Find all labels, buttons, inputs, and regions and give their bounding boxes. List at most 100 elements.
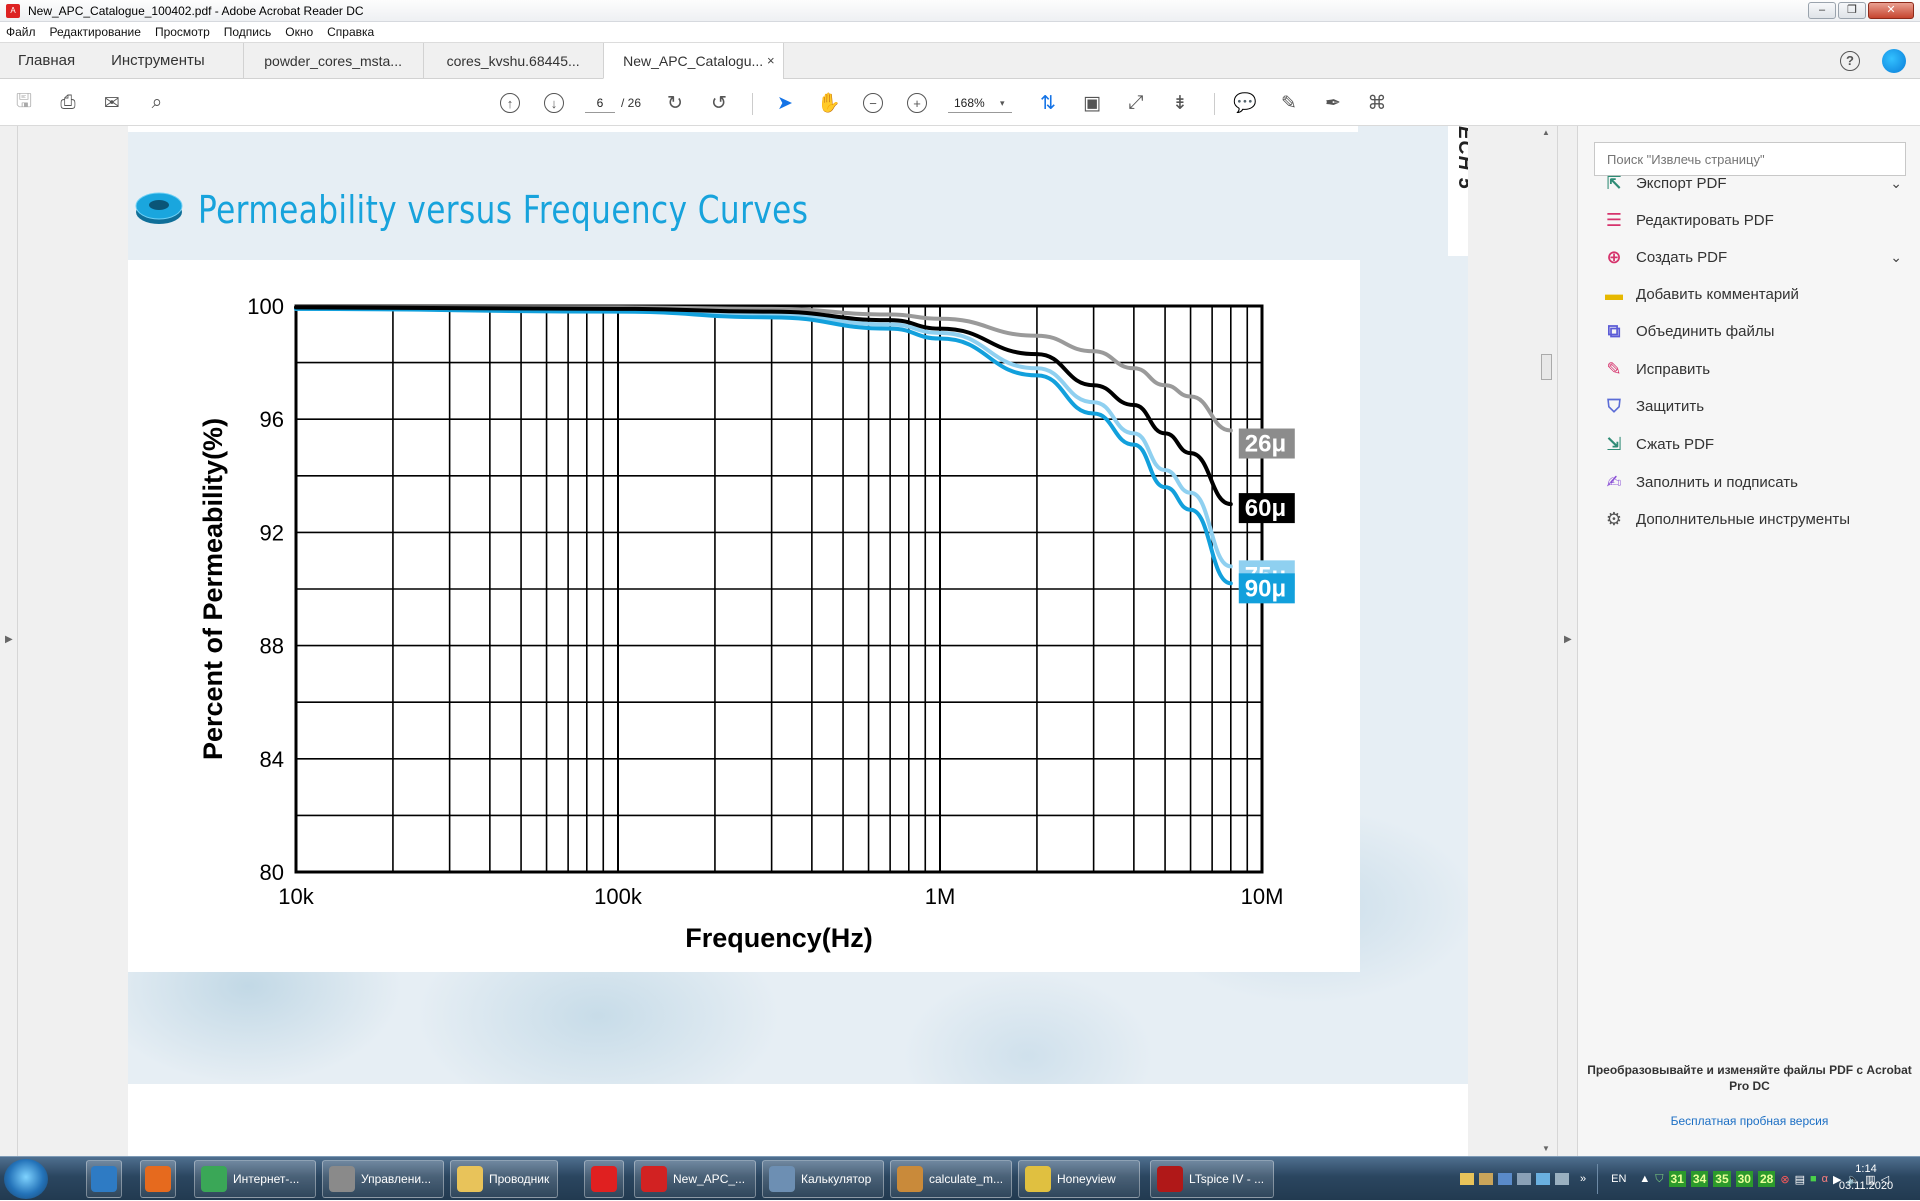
menu-view[interactable]: Просмотр	[155, 25, 210, 39]
tool-fill-sign[interactable]: ✍ Заполнить и подписать	[1602, 469, 1902, 495]
zoom-in-icon[interactable]: +	[905, 91, 929, 115]
window-controls: – ❐ ✕	[1808, 2, 1914, 19]
tab-document-powder-cores[interactable]: powder_cores_msta...	[242, 43, 423, 78]
tool-label: Объединить файлы	[1636, 322, 1775, 340]
page-number-input[interactable]: 6	[585, 93, 615, 113]
taskbar-chrome[interactable]: Интернет-...	[194, 1160, 316, 1198]
page-thumbnail-icon[interactable]: ▣	[1080, 91, 1104, 115]
tray-alpha-icon[interactable]: α	[1822, 1173, 1828, 1185]
taskbar-honeyview[interactable]: Honeyview	[1018, 1160, 1140, 1198]
x-tick-label: 10M	[1241, 884, 1284, 909]
tab-close-icon[interactable]: ×	[767, 53, 775, 68]
chevron-down-icon[interactable]: ⌄	[1890, 249, 1902, 266]
tray-app-icon[interactable]	[1517, 1173, 1531, 1185]
comment-icon: ▬	[1605, 283, 1623, 304]
acrobat-app-icon: A	[6, 3, 20, 18]
tray-temperature: 34	[1690, 1171, 1709, 1187]
tray-folder-icon[interactable]	[1460, 1173, 1474, 1185]
scrollbar-thumb[interactable]	[1541, 354, 1552, 380]
series-label: 90μ	[1245, 575, 1286, 602]
tool-export-pdf[interactable]: ⇱ Экспорт PDF ⌄	[1602, 170, 1902, 196]
rotate-ccw-icon[interactable]: ↺	[707, 91, 731, 115]
tray-error-icon[interactable]: ⊗	[1780, 1173, 1789, 1186]
tray-overflow-icon[interactable]: »	[1580, 1173, 1586, 1185]
hand-icon[interactable]: ✋	[817, 91, 841, 115]
menu-file[interactable]: Файл	[6, 25, 36, 39]
tray-monitor-icon[interactable]: ▤	[1795, 1173, 1805, 1186]
taskbar-calculator[interactable]: Калькулятор	[762, 1160, 884, 1198]
tray-shield-icon[interactable]: ⛉	[1655, 1173, 1663, 1186]
start-button[interactable]	[4, 1159, 48, 1199]
rotate-cw-icon[interactable]: ↻	[663, 91, 687, 115]
tab-tools[interactable]: Инструменты	[93, 43, 223, 78]
tool-shield[interactable]: ⛉ Защитить	[1602, 393, 1902, 419]
zoom-out-icon[interactable]: −	[861, 91, 885, 115]
close-window-button[interactable]: ✕	[1868, 2, 1914, 19]
tray-green-icon[interactable]: ■	[1810, 1173, 1817, 1185]
prev-page-icon[interactable]: ↑	[498, 91, 522, 115]
help-icon[interactable]: ?	[1840, 50, 1860, 71]
tab-divider	[782, 43, 784, 78]
taskbar-media-player[interactable]	[86, 1160, 122, 1198]
menu-window[interactable]: Окно	[285, 25, 313, 39]
tool-create-pdf[interactable]: ⊕ Создать PDF ⌄	[1602, 244, 1902, 270]
minimize-button[interactable]: –	[1808, 2, 1836, 19]
comment-icon[interactable]: 💬	[1233, 91, 1257, 115]
y-axis-label: Percent of Permeability(%)	[198, 418, 228, 760]
taskbar-yandex[interactable]	[584, 1160, 624, 1198]
tool-more-tools[interactable]: ⚙ Дополнительные инструменты	[1602, 506, 1902, 532]
print-icon[interactable]: ⎙	[56, 91, 80, 115]
chevron-down-icon[interactable]: ⌄	[1890, 175, 1902, 192]
x-tick-label: 1M	[925, 884, 956, 909]
next-page-icon[interactable]: ↓	[542, 91, 566, 115]
language-indicator[interactable]: EN	[1611, 1173, 1626, 1185]
tab-home[interactable]: Главная	[0, 43, 93, 78]
right-panel-toggle[interactable]: ▶	[1557, 126, 1577, 1156]
tool-label: Защитить	[1636, 397, 1705, 415]
fullscreen-icon[interactable]: ⤢	[1124, 91, 1148, 115]
tool-compress-pdf[interactable]: ⇲ Сжать PDF	[1602, 431, 1902, 457]
tab-document-apc-catalogue[interactable]: New_APC_Catalogu... ×	[602, 43, 783, 79]
tray-app-icon[interactable]	[1498, 1173, 1512, 1185]
y-tick-label: 100	[247, 294, 284, 319]
highlight-icon[interactable]: ✎	[1277, 91, 1301, 115]
document-scrollbar[interactable]: ▲ ▼	[1538, 126, 1555, 1156]
show-hidden-icons-icon[interactable]: ▲	[1639, 1173, 1650, 1185]
taskbar-ltspice[interactable]: LTspice IV - ...	[1150, 1160, 1274, 1198]
taskbar-firefox[interactable]	[140, 1160, 176, 1198]
maximize-button[interactable]: ❐	[1838, 2, 1866, 19]
taskbar-acrobat[interactable]: New_APC_...	[634, 1160, 756, 1198]
free-trial-link[interactable]: Бесплатная пробная версия	[1578, 1114, 1920, 1128]
menu-help[interactable]: Справка	[327, 25, 374, 39]
taskbar-paint[interactable]: calculate_m...	[890, 1160, 1012, 1198]
menu-edit[interactable]: Редактирование	[50, 25, 141, 39]
select-cursor-icon[interactable]: ➤	[773, 91, 797, 115]
menu-sign[interactable]: Подпись	[224, 25, 272, 39]
tray-app-icon[interactable]	[1536, 1173, 1550, 1185]
series-line-2	[294, 306, 1233, 569]
chart-panel: 100 96 92 88 84 80 10k 100k 1M 10M Frequency(Hz) Pe…	[128, 260, 1360, 972]
save-icon[interactable]: 🖫	[12, 91, 36, 115]
tray-app-icon[interactable]	[1555, 1173, 1569, 1185]
taskbar-explorer[interactable]: Проводник	[450, 1160, 558, 1198]
left-panel-toggle[interactable]: ▶	[0, 126, 18, 1156]
taskbar-device-manager[interactable]: Управлени...	[322, 1160, 444, 1198]
paint-icon	[897, 1166, 923, 1192]
tool-edit-pdf[interactable]: ☰ Редактировать PDF	[1602, 207, 1902, 233]
tool-combine-files[interactable]: ⧉ Объединить файлы	[1602, 318, 1902, 344]
account-icon[interactable]	[1882, 48, 1906, 73]
zoom-dropdown-icon[interactable]: ▾	[1000, 93, 1005, 113]
tool-comment[interactable]: ▬ Добавить комментарий	[1602, 281, 1902, 307]
clock[interactable]: 1:14 03.11.2020	[1830, 1161, 1902, 1195]
redact-icon: ✎	[1606, 358, 1622, 379]
search-icon[interactable]: ⌕	[145, 91, 169, 115]
mail-icon[interactable]: ✉	[100, 91, 124, 115]
stamp-icon[interactable]: ⌘	[1365, 91, 1389, 115]
tool-redact[interactable]: ✎ Исправить	[1602, 356, 1902, 382]
tool-label: Создать PDF	[1636, 248, 1728, 266]
tab-document-cores-kvshu[interactable]: cores_kvshu.68445...	[422, 43, 603, 78]
sign-icon[interactable]: ✒	[1321, 91, 1345, 115]
scroll-mode-icon[interactable]: ⇟	[1168, 91, 1192, 115]
tray-app-icon[interactable]	[1479, 1173, 1493, 1185]
fit-page-icon[interactable]: ⇅	[1036, 91, 1060, 115]
